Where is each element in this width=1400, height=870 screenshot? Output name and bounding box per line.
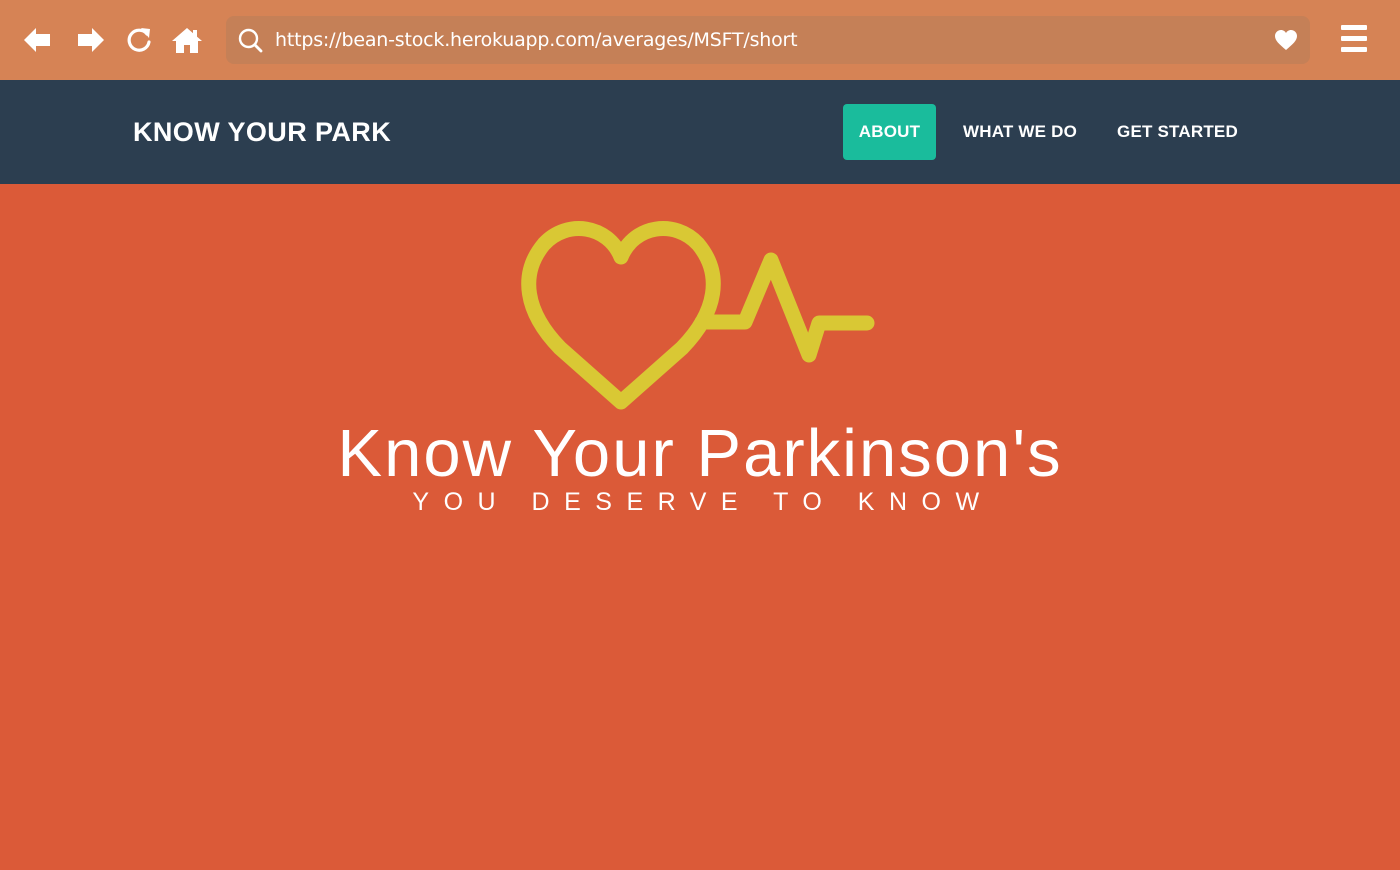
menu-bar: [1341, 25, 1367, 30]
browser-toolbar: https://bean-stock.herokuapp.com/average…: [0, 0, 1400, 80]
nav-link-about[interactable]: ABOUT: [843, 104, 936, 160]
nav-link-get-started[interactable]: GET STARTED: [1104, 104, 1251, 160]
home-button[interactable]: [170, 22, 204, 58]
heart-pulse-icon: [521, 221, 875, 410]
url-text[interactable]: https://bean-stock.herokuapp.com/average…: [275, 16, 798, 64]
site-navbar: KNOW YOUR PARK ABOUT WHAT WE DO GET STAR…: [0, 80, 1400, 184]
reload-icon: [127, 28, 151, 52]
heart-icon[interactable]: [1274, 29, 1298, 51]
hero-title: Know Your Parkinson's: [337, 416, 1063, 491]
home-icon: [172, 28, 202, 53]
menu-bar: [1341, 36, 1367, 41]
back-button[interactable]: [20, 22, 54, 58]
address-bar[interactable]: https://bean-stock.herokuapp.com/average…: [226, 16, 1310, 64]
forward-button[interactable]: [74, 22, 108, 58]
back-arrow-icon: [24, 28, 50, 52]
nav-link-what-we-do[interactable]: WHAT WE DO: [948, 104, 1092, 160]
hamburger-menu-icon[interactable]: [1338, 22, 1370, 56]
search-icon: [238, 28, 263, 53]
hero-section: Know Your Parkinson's YOU DESERVE TO KNO…: [0, 184, 1400, 870]
forward-arrow-icon: [78, 28, 104, 52]
menu-bar: [1341, 47, 1367, 52]
hero-tagline: YOU DESERVE TO KNOW: [412, 488, 994, 516]
reload-button[interactable]: [122, 22, 156, 58]
site-brand[interactable]: KNOW YOUR PARK: [133, 80, 391, 184]
